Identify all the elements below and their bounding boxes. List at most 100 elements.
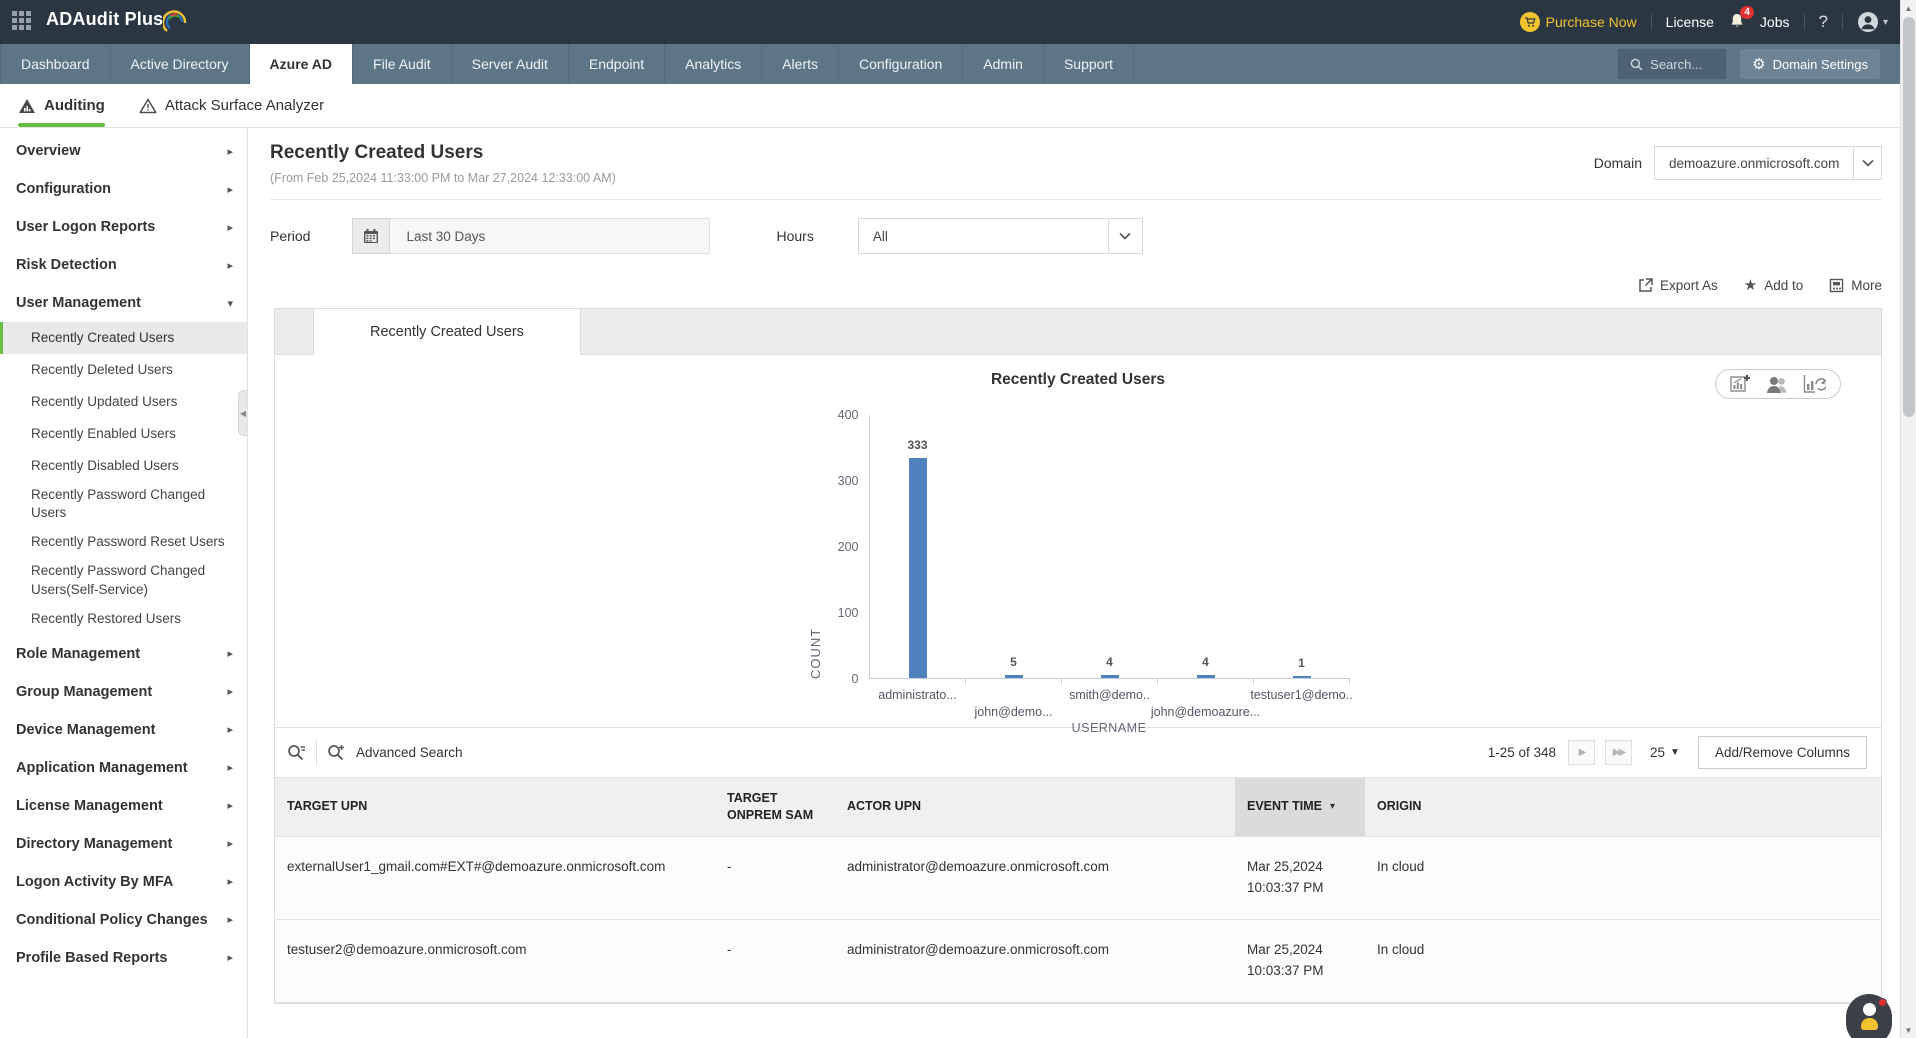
sidebar: Overview▸Configuration▸User Logon Report… xyxy=(0,128,248,1038)
column-header-target-upn[interactable]: TARGET UPN xyxy=(275,778,715,836)
chart-bar[interactable] xyxy=(1005,675,1023,678)
chart-bar[interactable] xyxy=(1197,675,1215,678)
nav-tab-active-directory[interactable]: Active Directory xyxy=(111,44,250,84)
add-chart-icon[interactable] xyxy=(1730,374,1751,394)
domain-select[interactable]: demoazure.onmicrosoft.com xyxy=(1654,146,1882,180)
sidebar-item-user-logon-reports[interactable]: User Logon Reports▸ xyxy=(0,208,247,246)
column-header-event-time[interactable]: EVENT TIME▾ xyxy=(1235,778,1365,836)
sidebar-subitem-recently-created-users[interactable]: Recently Created Users xyxy=(0,322,247,354)
domain-label: Domain xyxy=(1594,155,1642,171)
add-remove-columns-button[interactable]: Add/Remove Columns xyxy=(1698,736,1867,769)
logo-swoosh-icon xyxy=(163,9,189,35)
chart-bar[interactable] xyxy=(1101,675,1119,678)
sidebar-menu: Overview▸Configuration▸User Logon Report… xyxy=(0,132,247,977)
sidebar-item-configuration[interactable]: Configuration▸ xyxy=(0,170,247,208)
scroll-down-arrow[interactable]: ▼ xyxy=(1901,1022,1916,1038)
refresh-chart-icon[interactable] xyxy=(1803,374,1826,394)
sidebar-item-device-management[interactable]: Device Management▸ xyxy=(0,711,247,749)
nav-tab-azure-ad[interactable]: Azure AD xyxy=(250,44,354,84)
nav-tab-server-audit[interactable]: Server Audit xyxy=(452,44,569,84)
chat-bot-button[interactable] xyxy=(1846,994,1892,1038)
more-button[interactable]: More xyxy=(1829,278,1882,293)
cell-event-time: Mar 25,202410:03:37 PM xyxy=(1235,837,1365,919)
sidebar-item-user-management[interactable]: User Management▾ xyxy=(0,284,247,322)
page-size-select[interactable]: 25 ▼ xyxy=(1650,745,1680,760)
notification-count-badge: 4 xyxy=(1740,6,1754,19)
table-row[interactable]: externalUser1_gmail.com#EXT#@demoazure.o… xyxy=(275,837,1881,920)
column-header-origin[interactable]: ORIGIN xyxy=(1365,778,1881,836)
scrollbar-thumb[interactable] xyxy=(1903,17,1915,417)
tab-attack-surface-analyzer[interactable]: Attack Surface Analyzer xyxy=(139,84,324,127)
chart-bar[interactable] xyxy=(1293,676,1311,678)
app-logo[interactable]: ADAudit Plus xyxy=(46,9,189,35)
advanced-search-icon[interactable] xyxy=(327,744,346,762)
domain-settings-button[interactable]: ⚙ Domain Settings xyxy=(1740,49,1880,79)
add-to-label: Add to xyxy=(1764,278,1803,293)
sidebar-subitem-recently-updated-users[interactable]: Recently Updated Users xyxy=(0,386,247,418)
user-menu-button[interactable]: ▾ xyxy=(1857,11,1888,33)
column-search-icon[interactable] xyxy=(287,744,306,762)
tab-auditing[interactable]: Auditing xyxy=(18,84,105,127)
cell-actor-upn: administrator@demoazure.onmicrosoft.com xyxy=(835,920,1235,1002)
help-button[interactable]: ? xyxy=(1819,12,1828,32)
x-axis-tick xyxy=(1253,678,1254,684)
sidebar-item-profile-based-reports[interactable]: Profile Based Reports▸ xyxy=(0,939,247,977)
nav-tab-analytics[interactable]: Analytics xyxy=(665,44,762,84)
apps-grid-icon[interactable] xyxy=(12,11,34,33)
nav-tab-endpoint[interactable]: Endpoint xyxy=(569,44,665,84)
hours-select[interactable]: All xyxy=(858,218,1143,254)
report-card: Recently Created Users Recently Created … xyxy=(274,308,1882,1004)
notifications-button[interactable]: 4 xyxy=(1728,12,1746,33)
sidebar-item-directory-management[interactable]: Directory Management▸ xyxy=(0,825,247,863)
nav-tab-admin[interactable]: Admin xyxy=(963,44,1044,84)
sidebar-item-license-management[interactable]: License Management▸ xyxy=(0,787,247,825)
report-tab-active[interactable]: Recently Created Users xyxy=(313,309,581,355)
scroll-up-arrow[interactable]: ▲ xyxy=(1901,0,1916,16)
sidebar-item-role-management[interactable]: Role Management▸ xyxy=(0,635,247,673)
calendar-button[interactable] xyxy=(352,218,390,254)
sidebar-item-label: Conditional Policy Changes xyxy=(16,912,208,928)
sidebar-item-group-management[interactable]: Group Management▸ xyxy=(0,673,247,711)
sidebar-subitem-recently-password-changed-users-self-service-[interactable]: Recently Password Changed Users(Self-Ser… xyxy=(0,558,247,602)
period-value-field[interactable]: Last 30 Days xyxy=(390,218,710,254)
nav-tab-configuration[interactable]: Configuration xyxy=(839,44,963,84)
event-time-line: 10:03:37 PM xyxy=(1247,878,1353,899)
nav-tab-alerts[interactable]: Alerts xyxy=(762,44,839,84)
purchase-now-button[interactable]: Purchase Now xyxy=(1520,12,1637,32)
table-row[interactable]: testuser2@demoazure.onmicrosoft.com-admi… xyxy=(275,920,1881,1003)
sidebar-subitem-recently-password-changed-users[interactable]: Recently Password Changed Users xyxy=(0,482,247,526)
sidebar-collapse-handle[interactable]: ◀ xyxy=(238,390,247,436)
search-input[interactable]: Search... xyxy=(1618,49,1726,79)
sidebar-subitem-recently-password-reset-users[interactable]: Recently Password Reset Users xyxy=(0,526,247,558)
export-as-button[interactable]: Export As xyxy=(1638,278,1718,293)
sidebar-subitem-recently-disabled-users[interactable]: Recently Disabled Users xyxy=(0,450,247,482)
sidebar-subitem-recently-deleted-users[interactable]: Recently Deleted Users xyxy=(0,354,247,386)
nav-tab-file-audit[interactable]: File Audit xyxy=(353,44,452,84)
column-header-actor-upn[interactable]: ACTOR UPN xyxy=(835,778,1235,836)
sidebar-subitem-recently-restored-users[interactable]: Recently Restored Users xyxy=(0,603,247,635)
nav-tab-support[interactable]: Support xyxy=(1044,44,1134,84)
last-page-button[interactable]: ▶▶ xyxy=(1605,740,1632,765)
next-page-button[interactable]: ▶ xyxy=(1568,740,1595,765)
jobs-link[interactable]: Jobs xyxy=(1760,14,1790,30)
advanced-search-label[interactable]: Advanced Search xyxy=(356,745,463,760)
add-to-button[interactable]: ★ Add to xyxy=(1744,276,1803,294)
sidebar-item-overview[interactable]: Overview▸ xyxy=(0,132,247,170)
sidebar-item-logon-activity-by-mfa[interactable]: Logon Activity By MFA▸ xyxy=(0,863,247,901)
vertical-scrollbar[interactable]: ▲ ▼ xyxy=(1900,0,1916,1038)
chevron-down-icon: ▾ xyxy=(1883,17,1888,28)
column-header-target-onprem-sam[interactable]: TARGET ONPREM SAM xyxy=(715,778,835,836)
x-axis-tick xyxy=(1349,678,1350,684)
sidebar-item-application-management[interactable]: Application Management▸ xyxy=(0,749,247,787)
nav-tab-dashboard[interactable]: Dashboard xyxy=(0,44,111,84)
x-category-label: testuser1@demo.. xyxy=(1250,688,1352,702)
sidebar-subitem-recently-enabled-users[interactable]: Recently Enabled Users xyxy=(0,418,247,450)
license-link[interactable]: License xyxy=(1666,14,1714,30)
chart-bar[interactable] xyxy=(909,458,927,678)
x-category-label: smith@demo.. xyxy=(1069,688,1150,702)
chevron-right-icon: ▸ xyxy=(227,647,233,660)
sidebar-item-risk-detection[interactable]: Risk Detection▸ xyxy=(0,246,247,284)
sidebar-item-conditional-policy-changes[interactable]: Conditional Policy Changes▸ xyxy=(0,901,247,939)
bar-value-label: 4 xyxy=(1202,655,1209,669)
users-icon[interactable] xyxy=(1765,375,1789,394)
